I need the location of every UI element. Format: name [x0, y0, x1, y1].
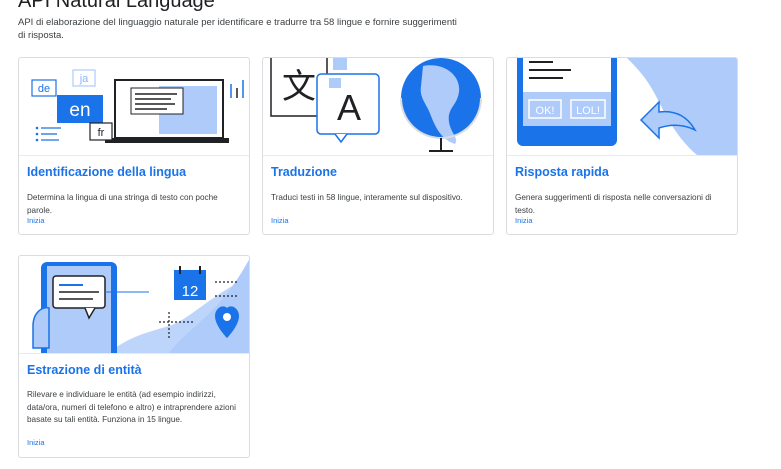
card-title: Estrazione di entità — [27, 363, 142, 377]
lang-code-fr: fr — [98, 127, 105, 139]
page-title: API Natural Language — [18, 0, 215, 12]
smart-reply-illustration: OK! LOL! — [507, 58, 737, 156]
entity-extraction-illustration: 12 — [19, 256, 249, 354]
get-started-link[interactable]: Inizia — [27, 216, 45, 225]
reply-chip-lol: LOL! — [576, 105, 600, 117]
card-language-identification[interactable]: de ja en fr Identificazione della lingua… — [18, 57, 250, 235]
card-title: Traduzione — [271, 165, 337, 179]
card-description: Determina la lingua di una stringa di te… — [27, 193, 218, 215]
calendar-day: 12 — [182, 283, 199, 300]
get-started-link[interactable]: Inizia — [515, 216, 533, 225]
card-title: Identificazione della lingua — [27, 165, 187, 179]
card-entity-extraction[interactable]: 12 Estrazione di entità Rilevare e indiv… — [18, 255, 250, 458]
card-translation[interactable]: 文 A Traduzione Traduci testi in 58 lingu… — [262, 57, 494, 235]
get-started-link[interactable]: Inizia — [27, 438, 45, 447]
card-smart-reply[interactable]: OK! LOL! Risposta rapida Genera suggerim… — [506, 57, 738, 235]
translate-glyph-target: A — [337, 87, 361, 128]
translation-illustration: 文 A — [263, 58, 493, 156]
get-started-link[interactable]: Inizia — [271, 216, 289, 225]
card-description: Rilevare e individuare le entità (ad ese… — [27, 390, 236, 424]
card-description: Genera suggerimenti di risposta nelle co… — [515, 193, 712, 215]
lang-code-en: en — [69, 100, 90, 121]
card-title: Risposta rapida — [515, 165, 609, 179]
translate-glyph-source: 文 — [282, 67, 316, 107]
card-description: Traduci testi in 58 lingue, interamente … — [271, 193, 463, 202]
page-description: API di elaborazione del linguaggio natur… — [18, 17, 457, 41]
lang-code-ja: ja — [79, 73, 89, 85]
language-identification-illustration: de ja en fr — [19, 58, 249, 156]
reply-chip-ok: OK! — [536, 105, 555, 117]
lang-code-de: de — [38, 83, 50, 95]
